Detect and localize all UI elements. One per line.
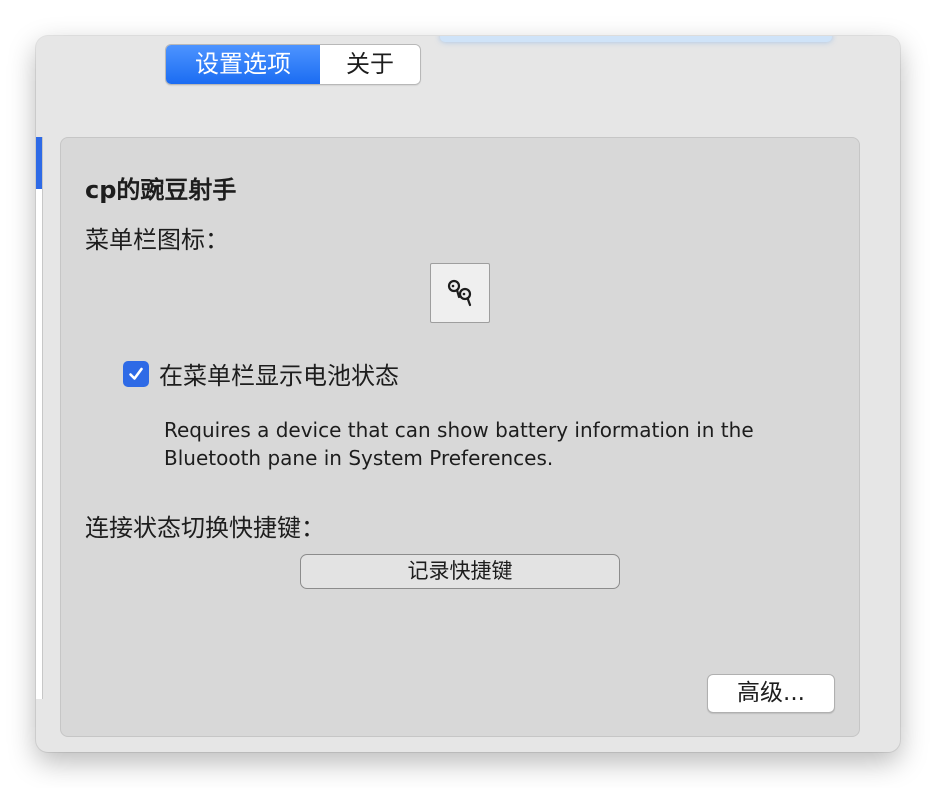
record-shortcut-button[interactable]: 记录快捷键: [300, 554, 620, 589]
tab-about[interactable]: 关于: [320, 45, 420, 84]
battery-status-checkbox[interactable]: [123, 360, 149, 387]
segmented-tabs: 设置选项 关于: [165, 44, 421, 85]
shortcut-label: 连接状态切换快捷键：: [85, 514, 325, 542]
settings-panel: cp的豌豆射手 菜单栏图标： 在菜单栏显示电池状态 Requires a dev…: [60, 137, 860, 737]
airpods-icon: [447, 279, 472, 307]
menubar-icon-well[interactable]: [430, 263, 490, 323]
advanced-button[interactable]: 高级...: [707, 674, 835, 713]
preferences-window: 设置选项 关于 cp的豌豆射手 菜单栏图标： 在菜单栏显示电池状态 Requir…: [36, 36, 900, 752]
sidebar-edge: [36, 137, 43, 699]
menubar-icon-label: 菜单栏图标：: [85, 226, 229, 254]
checkmark-icon: [129, 367, 143, 380]
battery-hint-text: Requires a device that can show battery …: [164, 418, 754, 470]
sidebar-selection-accent: [36, 137, 42, 189]
toolbar-focus-glow: [440, 36, 832, 42]
battery-status-option: 在菜单栏显示电池状态: [123, 356, 399, 391]
tab-settings[interactable]: 设置选项: [166, 45, 320, 84]
battery-status-label[interactable]: 在菜单栏显示电池状态: [159, 356, 399, 391]
device-name: cp的豌豆射手: [85, 176, 237, 204]
